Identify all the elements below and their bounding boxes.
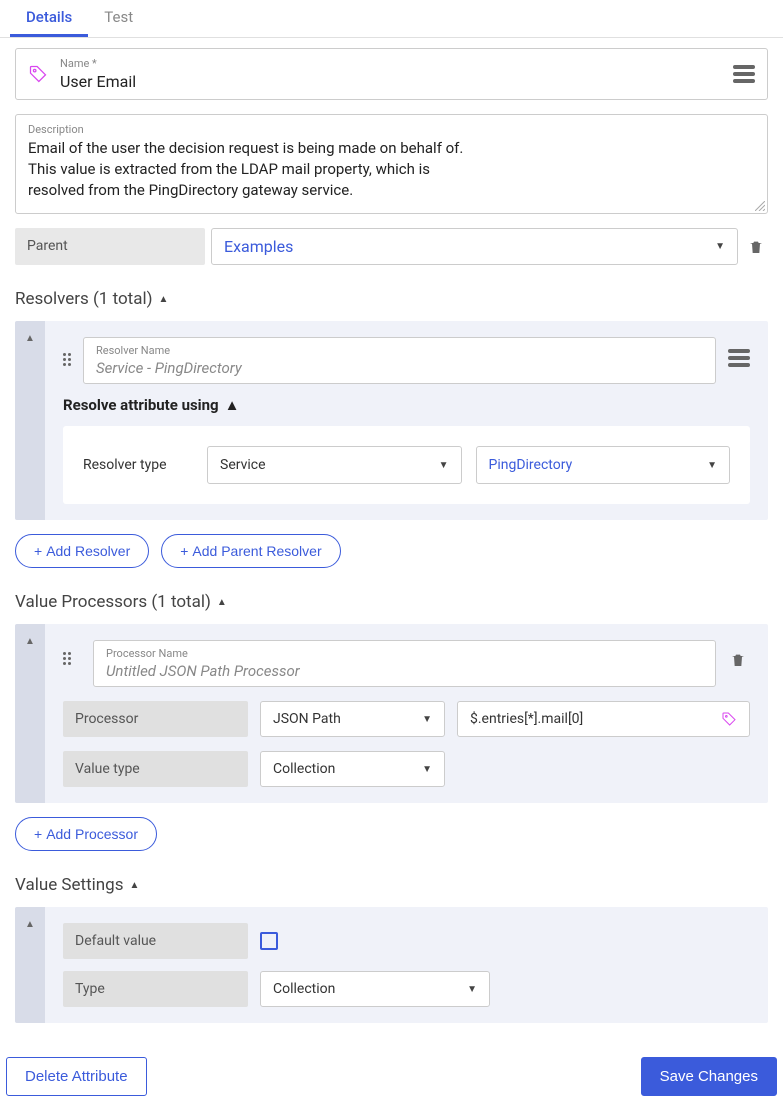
tag-icon [28,64,48,84]
drag-grip-icon[interactable] [63,353,73,366]
processor-name-field[interactable]: Processor Name Untitled JSON Path Proces… [93,640,716,687]
plus-icon: + [180,543,188,559]
value-type-value: Collection [273,761,335,777]
processor-name-value: Untitled JSON Path Processor [106,662,703,680]
resolver-name-field[interactable]: Resolver Name Service - PingDirectory [83,337,716,384]
value-type-label: Value type [63,751,248,787]
name-menu-icon[interactable] [733,65,755,83]
resolve-using-header[interactable]: Resolve attribute using ▲ [63,396,750,414]
default-value-checkbox[interactable] [260,932,278,950]
footer-bar: Delete Attribute Save Changes [0,1047,783,1106]
resolver-menu-icon[interactable] [728,349,750,367]
tag-icon[interactable] [721,711,737,727]
parent-select[interactable]: Examples ▼ [211,228,738,265]
caret-down-icon: ▼ [422,764,432,775]
resolver-type-select[interactable]: Service ▼ [207,446,462,484]
processor-type-value: JSON Path [273,711,341,727]
tab-test[interactable]: Test [88,0,149,37]
caret-down-icon: ▼ [715,241,725,252]
resolve-using-label: Resolve attribute using [63,396,219,414]
collapse-bar[interactable]: ▲ [15,624,45,803]
resolvers-title: Resolvers (1 total) [15,289,153,309]
name-label: Name * [60,57,733,70]
name-input[interactable]: User Email [60,72,733,91]
caret-down-icon: ▼ [707,460,717,471]
value-settings-header[interactable]: Value Settings ▲ [15,875,768,895]
collapse-bar[interactable]: ▲ [15,321,45,520]
add-resolver-button[interactable]: +Add Resolver [15,534,149,568]
plus-icon: + [34,543,42,559]
collapse-up-icon: ▲ [217,597,227,608]
vs-type-select[interactable]: Collection ▼ [260,971,490,1007]
name-field-container: Name * User Email [15,48,768,100]
description-field[interactable]: Description Email of the user the decisi… [15,114,768,214]
resolver-service-value: PingDirectory [489,457,573,473]
resolver-type-value: Service [220,457,266,473]
caret-down-icon: ▼ [467,984,477,995]
processor-type-select[interactable]: JSON Path ▼ [260,701,445,737]
resolver-config: Resolver type Service ▼ PingDirectory ▼ [63,426,750,504]
collapse-up-icon: ▲ [130,880,140,891]
resolvers-header[interactable]: Resolvers (1 total) ▲ [15,289,768,309]
collapse-up-icon: ▲ [159,294,169,305]
processor-expression-input[interactable]: $.entries[*].mail[0] [457,701,750,737]
resolver-type-label: Resolver type [83,457,193,473]
add-processor-button[interactable]: +Add Processor [15,817,157,851]
drag-grip-icon[interactable] [63,652,73,665]
vs-type-label: Type [63,971,248,1007]
description-label: Description [28,123,755,136]
collapse-up-icon: ▲ [225,396,240,414]
resize-grip-icon[interactable] [755,201,765,211]
delete-processor-icon[interactable] [726,652,750,668]
resolver-name-value: Service - PingDirectory [96,359,703,377]
processor-label: Processor [63,701,248,737]
parent-value: Examples [224,237,293,256]
default-value-label: Default value [63,923,248,959]
add-parent-resolver-label: Add Parent Resolver [192,543,321,559]
add-resolver-label: Add Resolver [46,543,130,559]
processor-name-label: Processor Name [106,647,703,660]
caret-down-icon: ▼ [422,714,432,725]
delete-parent-icon[interactable] [744,228,768,265]
value-settings-title: Value Settings [15,875,124,895]
tabs-bar: Details Test [0,0,783,38]
value-processors-header[interactable]: Value Processors (1 total) ▲ [15,592,768,612]
parent-row: Parent Examples ▼ [15,228,768,265]
processor-expression-value: $.entries[*].mail[0] [470,711,583,727]
add-parent-resolver-button[interactable]: +Add Parent Resolver [161,534,340,568]
value-processors-title: Value Processors (1 total) [15,592,211,612]
collapse-bar[interactable]: ▲ [15,907,45,1023]
value-settings-panel: ▲ Default value Type Collection ▼ [15,907,768,1023]
tab-details[interactable]: Details [10,0,88,37]
resolver-name-label: Resolver Name [96,344,703,357]
description-text[interactable]: Email of the user the decision request i… [28,138,755,201]
processor-panel: ▲ Processor Name Untitled JSON Path Proc… [15,624,768,803]
resolver-service-select[interactable]: PingDirectory ▼ [476,446,731,484]
save-changes-button[interactable]: Save Changes [641,1057,777,1096]
vs-type-value: Collection [273,981,335,997]
parent-label: Parent [15,228,205,265]
value-type-select[interactable]: Collection ▼ [260,751,445,787]
add-processor-label: Add Processor [46,826,138,842]
plus-icon: + [34,826,42,842]
caret-down-icon: ▼ [439,460,449,471]
resolver-panel: ▲ Resolver Name Service - PingDirectory … [15,321,768,520]
delete-attribute-button[interactable]: Delete Attribute [6,1057,147,1096]
